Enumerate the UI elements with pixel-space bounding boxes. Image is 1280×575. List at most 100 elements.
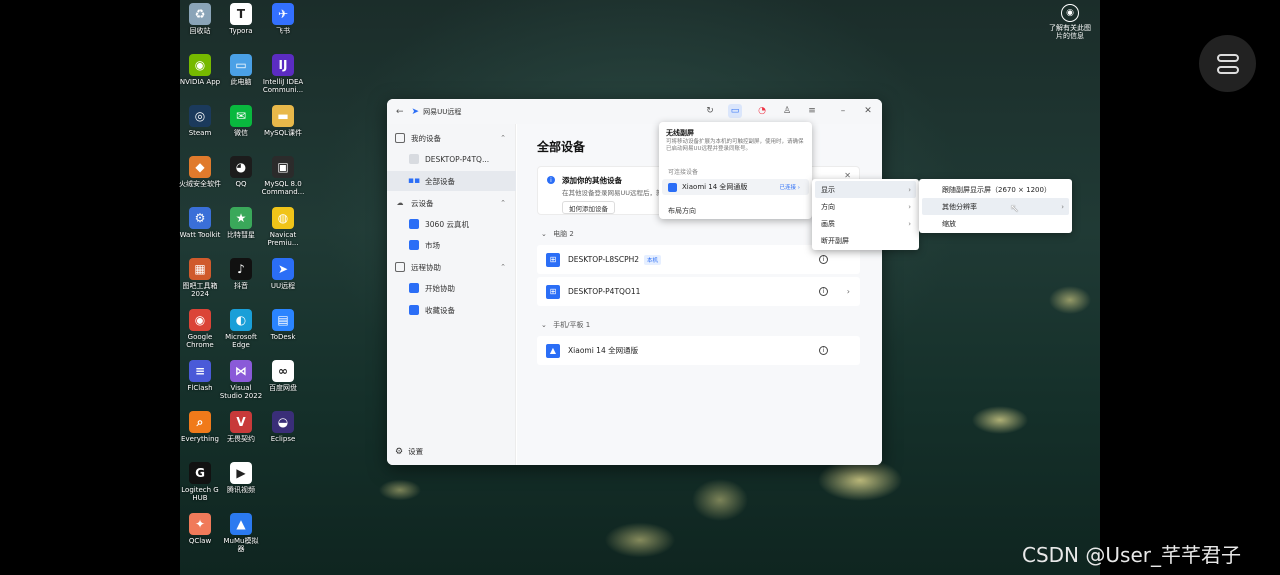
- desktop-shortcut[interactable]: ≡ FlClash: [177, 360, 223, 392]
- device-row-phone1[interactable]: ▲ Xiaomi 14 全网通版 i: [537, 336, 860, 365]
- menu-item-label: 其他分辨率: [942, 202, 977, 211]
- monitor-icon: [395, 133, 405, 143]
- menu-icon[interactable]: ≡: [805, 104, 819, 118]
- settings-button[interactable]: ⚙ 设置: [395, 446, 423, 457]
- shortcut-label: ToDesk: [270, 333, 296, 341]
- desktop-shortcut[interactable]: ✉ 微信: [218, 105, 264, 137]
- popup-section-label: 可连接设备: [668, 169, 699, 176]
- desktop-shortcut[interactable]: ⚙ Watt Toolkit: [177, 207, 223, 239]
- sidebar-item-label: DESKTOP-P4TQ...: [425, 154, 490, 164]
- connectable-device-row[interactable]: Xiaomi 14 全网通版 已连接 ›: [662, 179, 809, 195]
- sidebar-section-my-devices[interactable]: 我的设备 ⌃: [387, 128, 516, 148]
- shortcut-label: QClaw: [188, 537, 212, 545]
- desktop-shortcut[interactable]: ✦ QClaw: [177, 513, 223, 545]
- desktop-shortcut[interactable]: V 无畏契约: [218, 411, 264, 443]
- desktop-shortcut[interactable]: ♻ 回收站: [177, 3, 223, 35]
- refresh-icon[interactable]: ↻: [703, 104, 717, 118]
- info-icon[interactable]: i: [819, 255, 828, 264]
- desktop-shortcut[interactable]: ◍ Navicat Premiu...: [260, 207, 306, 247]
- app-icon: ≡: [189, 360, 211, 382]
- desktop-shortcut[interactable]: ⋈ Visual Studio 2022: [218, 360, 264, 400]
- desktop-shortcut[interactable]: ♪ 抖音: [218, 258, 264, 290]
- wallpaper-info-label: 了解有关此图 片的信息: [1049, 24, 1091, 40]
- popup-description: 可将移动设备扩展为本机的可触控副屏，使用时，请确保已启动网易UU远程并登录同账号…: [666, 139, 804, 152]
- desktop-shortcut[interactable]: ⌕ Everything: [177, 411, 223, 443]
- desktop-shortcut[interactable]: ▦ 图吧工具箱 2024: [177, 258, 223, 298]
- app-icon: ◆: [189, 156, 211, 178]
- desktop-shortcut[interactable]: ▤ ToDesk: [260, 309, 306, 341]
- shortcut-label: Navicat Premiu...: [267, 231, 299, 247]
- layout-direction-option[interactable]: 布局方向: [668, 206, 696, 216]
- user-icon[interactable]: ♙: [780, 104, 794, 118]
- info-icon: i: [547, 176, 555, 184]
- device-context-menu: 显示 › 方向 › 画质 › 断开副屏: [812, 179, 919, 250]
- assist-icon: [395, 262, 405, 272]
- chevron-right-icon: ›: [908, 202, 911, 211]
- desktop-shortcut[interactable]: ➤ UU远程: [260, 258, 306, 290]
- page-title: 全部设备: [537, 140, 586, 154]
- app-icon: ✉: [230, 105, 252, 127]
- device-name: DESKTOP-L8SCPH2: [568, 255, 640, 264]
- menu-item-label: 方向: [821, 202, 835, 211]
- desktop-shortcut[interactable]: ◕ QQ: [218, 156, 264, 188]
- desktop-shortcut[interactable]: ◎ Steam: [177, 105, 223, 137]
- menu-item-orientation[interactable]: 方向 ›: [815, 198, 916, 215]
- menu-item-follow-resolution[interactable]: 跟随副屏显示屏（2670 × 1200）: [922, 181, 1069, 198]
- desktop-shortcut[interactable]: ▣ MySQL 8.0 Command...: [260, 156, 306, 196]
- desktop-shortcut[interactable]: ▭ 此电脑: [218, 54, 264, 86]
- group-header-pc[interactable]: ⌄ 电脑 2: [541, 229, 574, 239]
- sidebar-item-cloud-phone[interactable]: 3060 云真机: [387, 214, 516, 234]
- app-icon: ⚙: [189, 207, 211, 229]
- app-icon: ⋈: [230, 360, 252, 382]
- notification-icon[interactable]: ◔: [755, 104, 769, 118]
- desktop-shortcut[interactable]: G Logitech G HUB: [177, 462, 223, 502]
- desktop-shortcut[interactable]: ▶ 腾讯视频: [218, 462, 264, 494]
- menu-item-zoom[interactable]: 缩放: [922, 215, 1069, 232]
- chevron-right-icon[interactable]: ›: [847, 287, 850, 296]
- info-icon[interactable]: i: [819, 287, 828, 296]
- sidebar-item-desktop[interactable]: DESKTOP-P4TQ...: [387, 149, 516, 169]
- desktop-shortcut[interactable]: ✈ 飞书: [260, 3, 306, 35]
- sidebar-item-saved[interactable]: 收藏设备: [387, 300, 516, 320]
- sidebar-section-label: 远程协助: [411, 262, 441, 272]
- app-icon: ▬: [272, 105, 294, 127]
- floating-toggle-button[interactable]: [1199, 35, 1256, 92]
- info-icon[interactable]: i: [819, 346, 828, 355]
- desktop-shortcut[interactable]: ◒ Eclipse: [260, 411, 306, 443]
- app-icon: ◉: [189, 309, 211, 331]
- menu-item-label: 断开副屏: [821, 236, 849, 245]
- menu-item-display[interactable]: 显示 ›: [815, 181, 916, 198]
- how-to-add-button[interactable]: 如何添加设备: [562, 201, 615, 214]
- sidebar-item-market[interactable]: 市场: [387, 235, 516, 255]
- sidebar-section-cloud[interactable]: ☁ 云设备 ⌃: [387, 193, 516, 213]
- menu-item-disconnect[interactable]: 断开副屏: [815, 232, 916, 249]
- desktop-shortcut[interactable]: ∞ 百度网盘: [260, 360, 306, 392]
- desktop-shortcut[interactable]: ▲ MuMu模拟 器: [218, 513, 264, 553]
- desktop-shortcut[interactable]: ▬ MySQL课件: [260, 105, 306, 137]
- desktop-shortcut[interactable]: IJ IntelliJ IDEA Communi...: [260, 54, 306, 94]
- banner-title: 添加你的其他设备: [562, 176, 622, 185]
- group-header-phone[interactable]: ⌄ 手机/平板 1: [541, 320, 590, 330]
- wallpaper-info-shortcut[interactable]: ◉ 了解有关此图 片的信息: [1045, 4, 1095, 40]
- shortcut-label: Microsoft Edge: [225, 333, 257, 349]
- desktop-shortcut[interactable]: ◉ Google Chrome: [177, 309, 223, 349]
- sidebar-item-start-assist[interactable]: 开始协助: [387, 278, 516, 298]
- sidebar-section-remote-assist[interactable]: 远程协助 ⌃: [387, 257, 516, 277]
- chevron-down-icon: ⌄: [541, 230, 547, 238]
- wireless-screen-icon[interactable]: ▭: [728, 104, 742, 118]
- desktop-shortcut[interactable]: ◉ NVIDIA App: [177, 54, 223, 86]
- menu-item-other-resolution[interactable]: 其他分辨率 ›: [922, 198, 1069, 215]
- device-row-pc1[interactable]: ⊞ DESKTOP-L8SCPH2 本机 i: [537, 245, 860, 274]
- app-icon: G: [189, 462, 211, 484]
- desktop-shortcut[interactable]: ◐ Microsoft Edge: [218, 309, 264, 349]
- sidebar-item-all-devices[interactable]: ▪▪ 全部设备: [387, 171, 516, 191]
- menu-item-quality[interactable]: 画质 ›: [815, 215, 916, 232]
- close-icon[interactable]: ✕: [861, 104, 875, 118]
- back-icon[interactable]: ←: [396, 107, 404, 117]
- phone-icon: [668, 182, 677, 192]
- minimize-icon[interactable]: –: [836, 104, 850, 118]
- desktop-shortcut[interactable]: ◆ 火绒安全软件: [177, 156, 223, 188]
- device-row-pc2[interactable]: ⊞ DESKTOP-P4TQO11 i ›: [537, 277, 860, 306]
- desktop-shortcut[interactable]: ★ 比特彗星: [218, 207, 264, 239]
- desktop-shortcut[interactable]: T Typora: [218, 3, 264, 35]
